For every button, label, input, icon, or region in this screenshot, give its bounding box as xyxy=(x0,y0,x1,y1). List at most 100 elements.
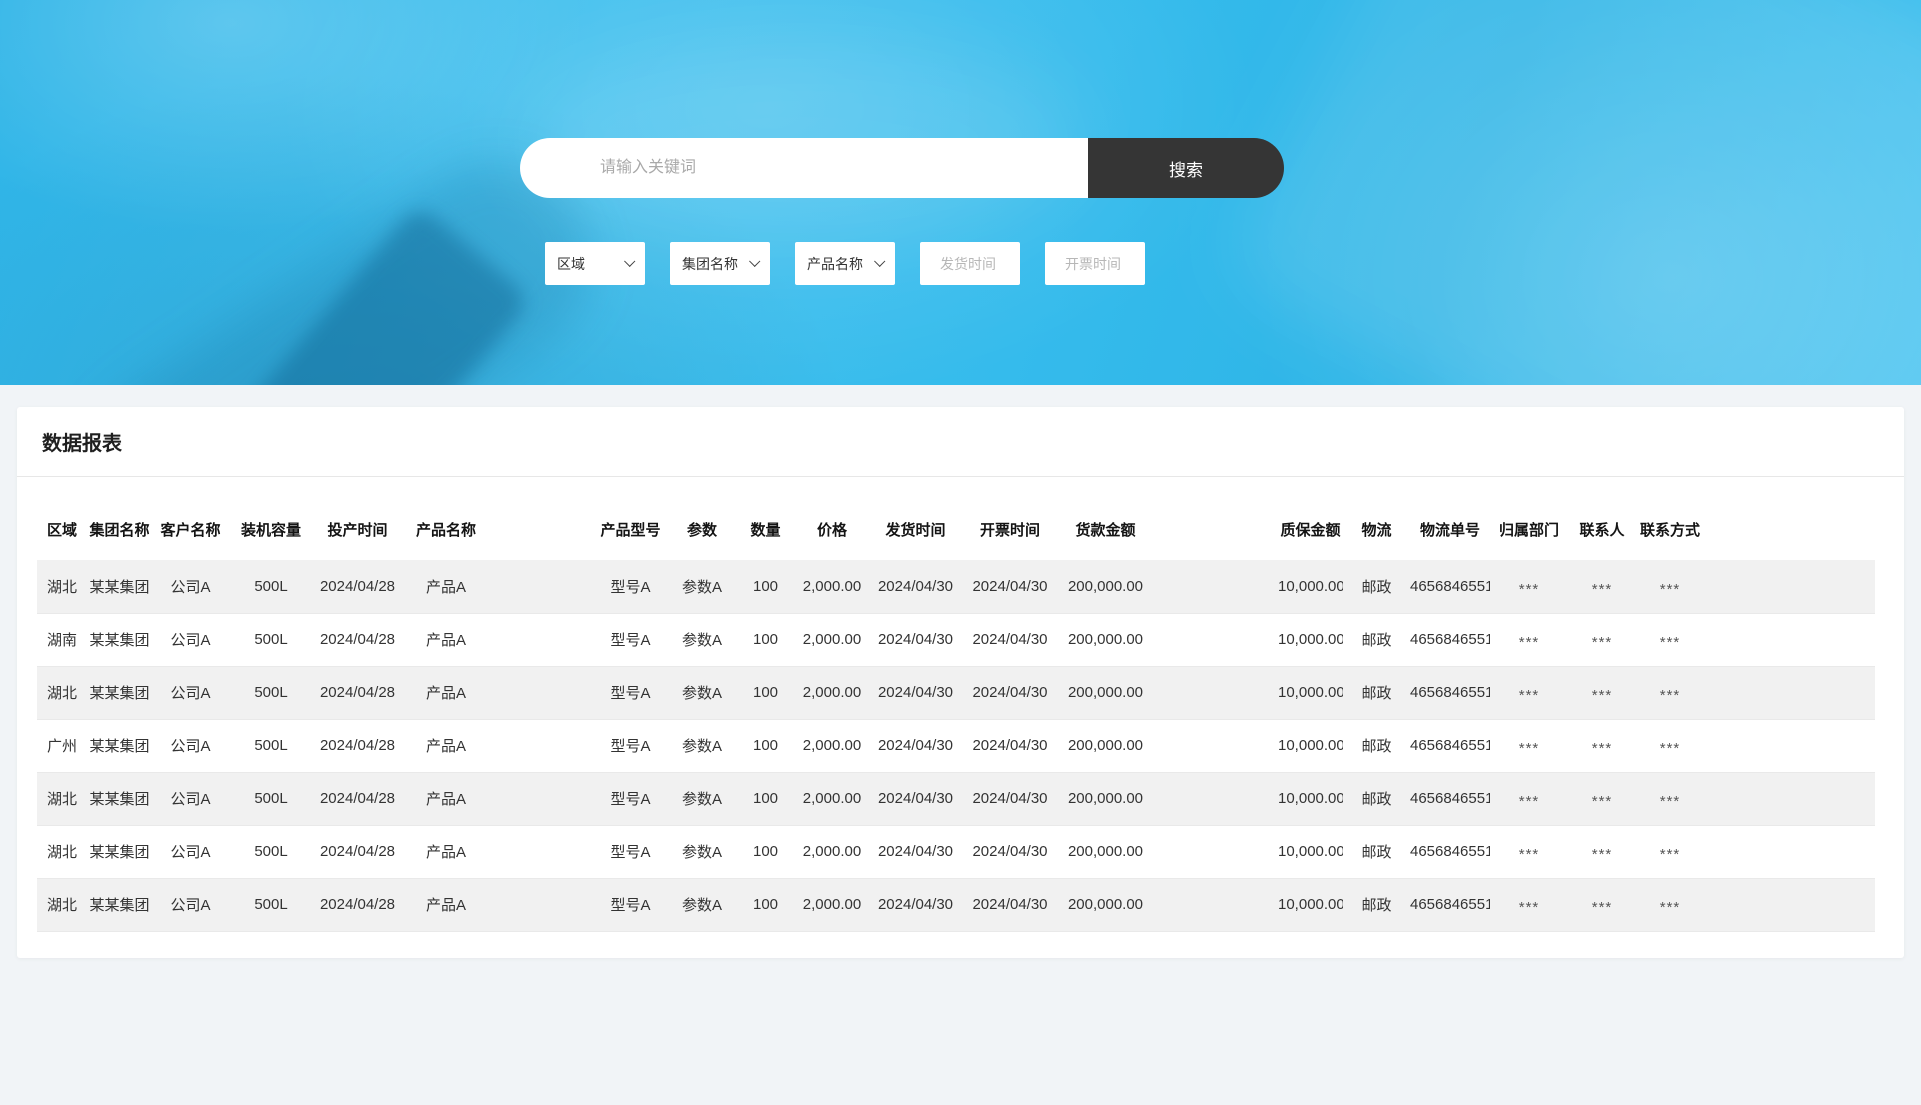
cell-value: 500L xyxy=(254,737,287,754)
table-cell: *** xyxy=(1490,772,1568,825)
table-cell: *** xyxy=(1636,719,1704,772)
region-select[interactable]: 区域 xyxy=(545,242,645,285)
table-cell: 产品A xyxy=(402,719,538,772)
table-cell: 某某集团 xyxy=(87,825,152,878)
table-cell: 2024/04/28 xyxy=(313,772,402,825)
cell-value: *** xyxy=(1660,899,1681,916)
table-cell: *** xyxy=(1636,613,1704,666)
table-cell: 200,000.00 xyxy=(1058,825,1208,878)
column-header-installed-capacity: 装机容量 xyxy=(229,477,313,560)
cell-value: 2,000.00 xyxy=(803,896,861,913)
table-cell: 500L xyxy=(229,560,313,613)
search-bar: 搜索 xyxy=(520,138,1284,198)
background-fabric-shape xyxy=(1214,0,1921,385)
cell-value: 200,000.00 xyxy=(1068,843,1143,860)
table-cell: 4656846551 xyxy=(1410,719,1490,772)
cell-value: 型号A xyxy=(610,844,650,861)
table-cell: 邮政 xyxy=(1343,560,1410,613)
table-cell: 邮政 xyxy=(1343,878,1410,931)
column-header-warranty-amount: 质保金额 xyxy=(1208,477,1343,560)
cell-value: 500L xyxy=(254,896,287,913)
cell-value: *** xyxy=(1660,581,1681,598)
table-cell: 2,000.00 xyxy=(795,825,869,878)
cell-value: 10,000.00 xyxy=(1278,896,1343,913)
cell-value: 2024/04/30 xyxy=(878,896,953,913)
cell-value: *** xyxy=(1592,793,1613,810)
cell-value: 湖南 xyxy=(47,632,77,649)
cell-value: 2024/04/28 xyxy=(320,790,395,807)
search-input[interactable] xyxy=(520,138,1088,198)
cell-value: *** xyxy=(1592,687,1613,704)
cell-value: 100 xyxy=(753,790,778,807)
table-cell: *** xyxy=(1490,825,1568,878)
table-cell: *** xyxy=(1636,560,1704,613)
table-cell: 4656846551 xyxy=(1410,878,1490,931)
filter-bar: 区域 集团名称 产品名称 xyxy=(545,242,1145,285)
cell-value: 2024/04/30 xyxy=(972,737,1047,754)
table-cell: *** xyxy=(1568,560,1636,613)
table-row: 湖南 某某集团 公司A 500L 2024/04/28 产品A 型号A 参数A … xyxy=(37,613,1875,666)
table-cell: 参数A xyxy=(668,878,736,931)
cell-value: 邮政 xyxy=(1361,685,1391,702)
data-table-wrapper: 区域 集团名称 客户名称 装机容量 投产时间 产品名称 产品型号 参数 数量 价… xyxy=(37,477,1875,932)
table-cell: 2024/04/28 xyxy=(313,666,402,719)
table-cell: 200,000.00 xyxy=(1058,560,1208,613)
group-name-select[interactable]: 集团名称 xyxy=(670,242,770,285)
cell-value: 100 xyxy=(753,631,778,648)
table-cell: 产品A xyxy=(402,772,538,825)
column-header-quantity: 数量 xyxy=(736,477,795,560)
table-cell: 500L xyxy=(229,878,313,931)
cell-value: 100 xyxy=(753,896,778,913)
cell-value: 2,000.00 xyxy=(803,578,861,595)
cell-value: 4656846551 xyxy=(1410,790,1490,807)
cell-value: 邮政 xyxy=(1361,632,1391,649)
table-cell xyxy=(1704,666,1875,719)
search-button[interactable]: 搜索 xyxy=(1088,138,1284,198)
cell-value: 2024/04/28 xyxy=(320,578,395,595)
table-cell: 200,000.00 xyxy=(1058,666,1208,719)
table-cell: *** xyxy=(1636,772,1704,825)
cell-value: 200,000.00 xyxy=(1068,631,1143,648)
table-cell: 湖北 xyxy=(37,560,87,613)
hero-banner: 搜索 区域 集团名称 产品名称 xyxy=(0,0,1921,385)
table-cell: *** xyxy=(1568,613,1636,666)
table-cell: 2024/04/30 xyxy=(962,613,1058,666)
table-cell: 公司A xyxy=(152,878,229,931)
column-header-production-date: 投产时间 xyxy=(313,477,402,560)
cell-value: 200,000.00 xyxy=(1068,896,1143,913)
cell-value: 10,000.00 xyxy=(1278,790,1343,807)
table-cell: 2024/04/28 xyxy=(313,878,402,931)
cell-value: 2024/04/28 xyxy=(320,737,395,754)
table-cell: 10,000.00 xyxy=(1208,719,1343,772)
report-title: 数据报表 xyxy=(42,427,122,456)
product-name-select[interactable]: 产品名称 xyxy=(795,242,895,285)
cell-value: 2024/04/28 xyxy=(320,843,395,860)
ship-date-input[interactable] xyxy=(920,242,1020,285)
cell-value: 公司A xyxy=(170,685,210,702)
table-cell: 产品A xyxy=(402,878,538,931)
table-cell: 2024/04/28 xyxy=(313,719,402,772)
table-cell: 10,000.00 xyxy=(1208,878,1343,931)
table-cell: 2024/04/30 xyxy=(869,772,962,825)
cell-value: 邮政 xyxy=(1361,844,1391,861)
table-cell: 湖北 xyxy=(37,666,87,719)
cell-value: *** xyxy=(1592,846,1613,863)
cell-value: 4656846551 xyxy=(1410,631,1490,648)
background-phone-shape xyxy=(218,203,532,385)
cell-value: *** xyxy=(1660,846,1681,863)
table-cell: 10,000.00 xyxy=(1208,772,1343,825)
column-header-group-name: 集团名称 xyxy=(87,477,152,560)
cell-value: 100 xyxy=(753,578,778,595)
cell-value: 4656846551 xyxy=(1410,843,1490,860)
cell-value: 产品A xyxy=(426,685,466,702)
table-row: 湖北 某某集团 公司A 500L 2024/04/28 产品A 型号A 参数A … xyxy=(37,825,1875,878)
cell-value: 参数A xyxy=(682,897,722,914)
cell-value: 邮政 xyxy=(1361,738,1391,755)
cell-value: 参数A xyxy=(682,579,722,596)
cell-value: *** xyxy=(1660,740,1681,757)
table-cell: 200,000.00 xyxy=(1058,772,1208,825)
cell-value: *** xyxy=(1660,634,1681,651)
cell-value: 湖北 xyxy=(47,579,77,596)
invoice-date-input[interactable] xyxy=(1045,242,1145,285)
table-cell: 100 xyxy=(736,560,795,613)
